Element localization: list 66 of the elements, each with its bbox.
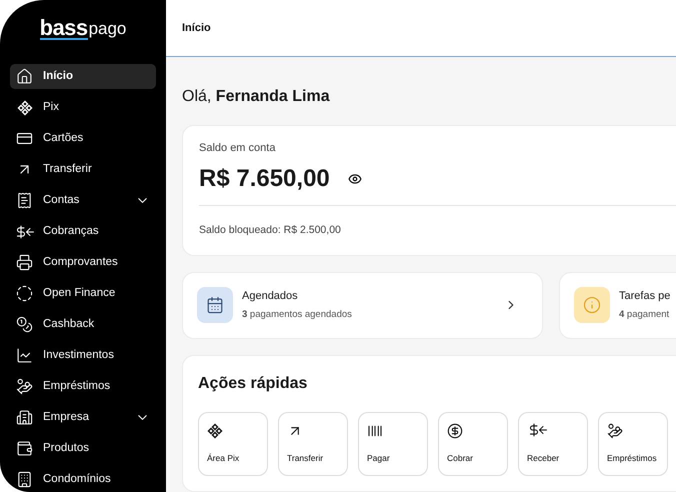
- wallet-icon: [16, 440, 33, 457]
- sidebar-item[interactable]: Cobranças: [10, 219, 156, 244]
- sidebar-item[interactable]: Início: [10, 64, 156, 89]
- summary-card[interactable]: Agendados 3 pagamentos agendados: [182, 272, 543, 338]
- quick-action-button[interactable]: Receber: [518, 412, 588, 476]
- building-icon: [16, 471, 33, 488]
- sidebar-item[interactable]: Pix: [10, 95, 156, 120]
- logo: basspago: [38, 14, 128, 42]
- sidebar-item[interactable]: Open Finance: [10, 281, 156, 306]
- card-icon: [16, 130, 33, 147]
- coins-icon: [16, 316, 33, 333]
- eye-icon[interactable]: [348, 172, 362, 186]
- sidebar-item-label: Open Finance: [43, 286, 116, 301]
- greeting: Olá, Fernanda Lima: [182, 87, 331, 107]
- sidebar-item[interactable]: Comprovantes: [10, 250, 156, 275]
- printer-icon: [16, 254, 33, 271]
- sidebar-item[interactable]: Condomínios: [10, 467, 156, 492]
- sidebar-item[interactable]: Empréstimos: [10, 374, 156, 399]
- quick-action-button[interactable]: Empréstimos: [598, 412, 668, 476]
- sidebar-item-label: Empresa: [43, 410, 90, 425]
- receipt-icon: [16, 192, 33, 209]
- quick-action-button[interactable]: Transferir: [278, 412, 348, 476]
- sidebar-item-label: Pix: [43, 100, 60, 115]
- sidebar-item-label: Início: [43, 68, 74, 84]
- quick-action-button[interactable]: Cobrar: [438, 412, 508, 476]
- sidebar-item-label: Cobranças: [43, 224, 100, 239]
- line-chart-icon: [16, 347, 33, 364]
- hand-coins-icon: [607, 422, 623, 438]
- quick-action-button[interactable]: Área Pix: [198, 412, 268, 476]
- sidebar-item[interactable]: Contas: [10, 188, 156, 213]
- sidebar-item-label: Transferir: [43, 162, 93, 177]
- info-icon: [574, 287, 610, 323]
- sidebar-item[interactable]: Transferir: [10, 157, 156, 182]
- sidebar-item-label: Cashback: [43, 316, 96, 332]
- sidebar-item[interactable]: Produtos: [10, 436, 156, 461]
- summary-card[interactable]: Tarefas pe 4 pagament: [559, 272, 676, 338]
- home-icon: [16, 68, 33, 85]
- sidebar-item-label: Condomínios: [43, 472, 112, 487]
- calendar-icon: [197, 287, 233, 323]
- quick-action-button[interactable]: Pagar: [358, 412, 428, 476]
- section-title: Ações rápidas: [198, 374, 308, 394]
- sidebar-item[interactable]: Investimentos: [10, 343, 156, 368]
- balance-label: Saldo em conta: [199, 141, 276, 156]
- building-icon: [16, 409, 33, 426]
- sidebar-item-label: Investimentos: [43, 348, 115, 363]
- sidebar-item[interactable]: Cartões: [10, 126, 156, 151]
- sidebar-item-label: Produtos: [43, 440, 90, 456]
- sidebar-item-label: Comprovantes: [43, 254, 119, 270]
- card-subtitle: 4 pagament: [619, 308, 670, 322]
- sidebar-item-label: Empréstimos: [43, 378, 112, 394]
- card-title: Tarefas pe: [619, 289, 672, 304]
- card-title: Agendados: [242, 289, 299, 304]
- hand-coins-icon: [16, 378, 33, 395]
- page-title: Início: [182, 20, 211, 36]
- sidebar-item[interactable]: Cashback: [10, 312, 156, 337]
- dashed-circle-icon: [16, 285, 33, 302]
- dollar-arrow-icon: [527, 422, 549, 436]
- balance-amount: R$ 7.650,00: [199, 164, 330, 194]
- sidebar-item-label: Cartões: [43, 130, 84, 146]
- sidebar-item-label: Contas: [43, 192, 80, 208]
- diamond-grid-icon: [207, 422, 223, 438]
- diamond-grid-icon: [16, 100, 32, 116]
- dollar-circle-icon: [447, 422, 463, 438]
- blocked-balance: Saldo bloqueado: R$ 2.500,00: [199, 224, 341, 236]
- sidebar-item[interactable]: Empresa: [10, 405, 156, 430]
- card-subtitle: 3 pagamentos agendados: [242, 308, 353, 322]
